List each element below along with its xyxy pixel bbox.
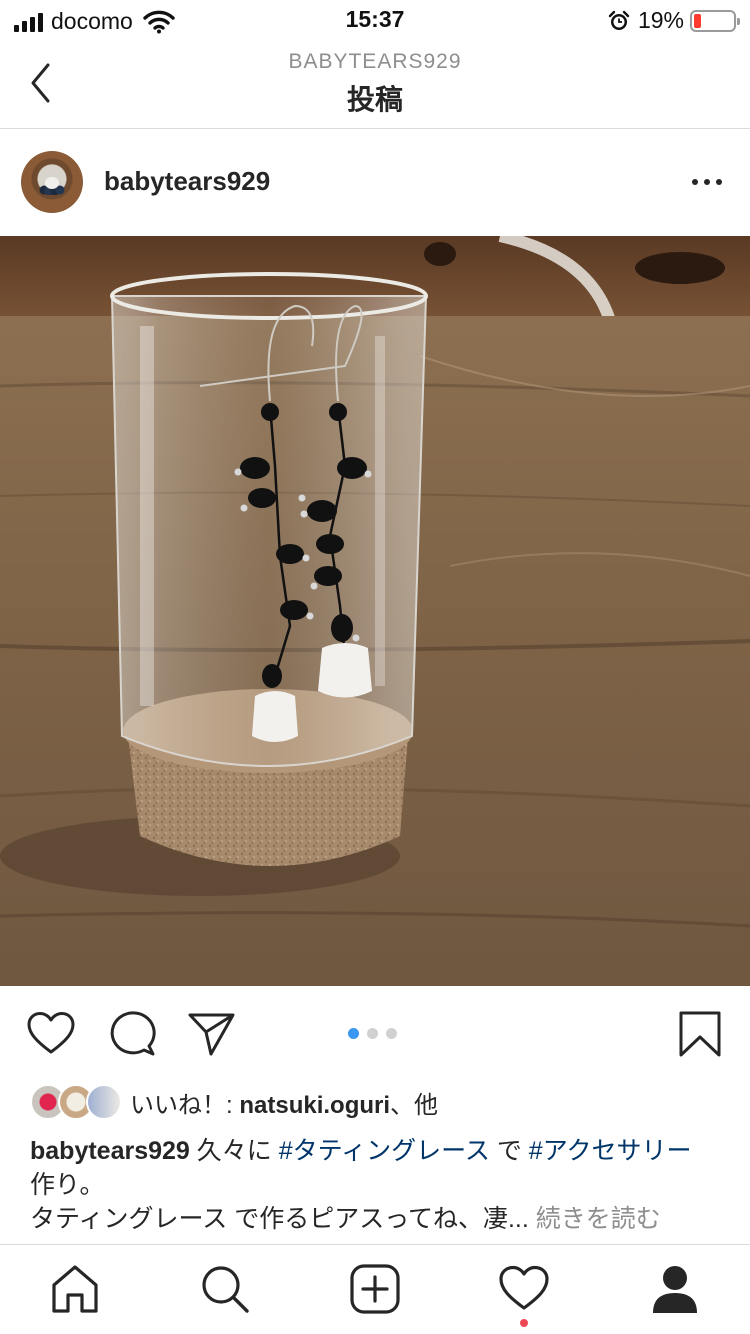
avatar[interactable]	[21, 151, 83, 213]
search-icon[interactable]	[199, 1263, 251, 1315]
alarm-icon	[608, 10, 630, 30]
battery-level-fill	[694, 13, 701, 28]
page-title: 投稿	[346, 84, 403, 115]
profile-icon[interactable]	[649, 1263, 701, 1315]
heart-outline-icon[interactable]	[498, 1263, 550, 1315]
caption-text: 久々に	[189, 1137, 279, 1165]
liker-avatar	[86, 1084, 122, 1120]
caption-text: で	[489, 1137, 529, 1165]
post-actions	[0, 986, 750, 1076]
post-caption: babytears929 久々に #タティングレース で #アクセサリー 作り。	[30, 1134, 720, 1202]
likes-suffix: 、他	[390, 1091, 439, 1119]
liker-avatars	[30, 1084, 122, 1120]
likes-text: いいね！: natsuki.oguri、他	[130, 1085, 438, 1120]
carousel-indicator	[348, 1028, 397, 1039]
earrings-in-glass-photo	[0, 236, 750, 986]
caption-text: 作り。	[30, 1171, 105, 1199]
paper-plane-icon[interactable]	[186, 1010, 236, 1058]
plus-square-icon[interactable]	[349, 1263, 401, 1315]
flower-icon	[39, 177, 65, 195]
header-username: BABYTEARS929	[288, 50, 462, 73]
more-horizontal-icon[interactable]	[690, 170, 724, 194]
post-photo[interactable]	[0, 236, 750, 986]
liker-username[interactable]: natsuki.oguri	[239, 1092, 390, 1119]
caption-text: タティングレース で作るピアスってね、凄...	[30, 1205, 529, 1233]
caption-line-2: タティングレース で作るピアスってね、凄... 続きを読む	[30, 1202, 720, 1236]
post-header: babytears929	[0, 130, 750, 236]
hashtag-link[interactable]: #タティングレース	[279, 1137, 490, 1165]
comment-bubble-icon[interactable]	[107, 1010, 157, 1058]
bookmark-icon[interactable]	[676, 1010, 726, 1058]
status-bar: docomo 15:37 19%	[0, 0, 750, 40]
hashtag-link[interactable]: #アクセサリー	[529, 1137, 692, 1165]
read-more-link[interactable]: 続きを読む	[529, 1205, 661, 1233]
bottom-tab-bar	[0, 1244, 750, 1334]
battery-percent: 19%	[637, 7, 684, 33]
caption-username[interactable]: babytears929	[30, 1137, 190, 1165]
post-username[interactable]: babytears929	[104, 166, 270, 197]
likes-prefix: いいね！:	[130, 1091, 240, 1119]
home-icon[interactable]	[49, 1263, 101, 1315]
nav-header: BABYTEARS929 投稿	[0, 40, 750, 129]
heart-outline-icon[interactable]	[26, 1010, 76, 1058]
carousel-dot-1	[348, 1028, 359, 1039]
carousel-dot-2	[367, 1028, 378, 1039]
status-right: 19%	[608, 7, 740, 34]
likes-row[interactable]: いいね！: natsuki.oguri、他	[30, 1082, 438, 1122]
battery-icon	[690, 9, 740, 32]
activity-notification-dot	[520, 1319, 528, 1327]
carousel-dot-3	[386, 1028, 397, 1039]
